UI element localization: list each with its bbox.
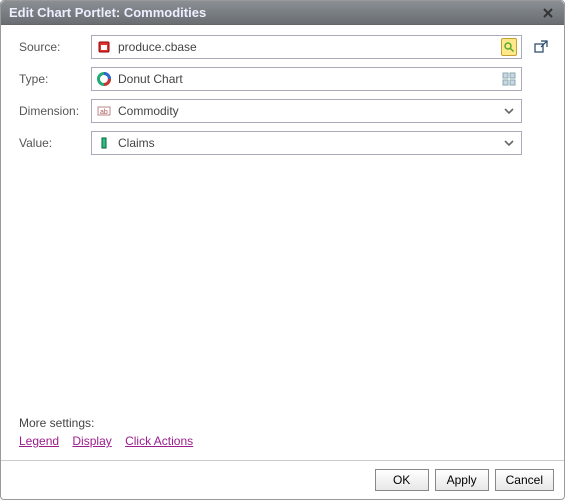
search-icon[interactable] xyxy=(501,39,517,55)
link-legend[interactable]: Legend xyxy=(19,434,59,448)
value-value: Claims xyxy=(118,136,495,150)
row-dimension: Dimension: ab Commodity xyxy=(19,99,550,123)
grid-icon[interactable] xyxy=(501,71,517,87)
value-field[interactable]: Claims xyxy=(91,131,522,155)
link-click-actions[interactable]: Click Actions xyxy=(125,434,193,448)
row-source: Source: produce.cbase xyxy=(19,35,550,59)
ok-button[interactable]: OK xyxy=(375,469,429,491)
titlebar: Edit Chart Portlet: Commodities xyxy=(1,1,564,25)
svg-text:ab: ab xyxy=(100,109,108,116)
popout-icon[interactable] xyxy=(532,38,550,56)
dialog-footer: OK Apply Cancel xyxy=(1,460,564,499)
type-field[interactable]: Donut Chart xyxy=(91,67,522,91)
row-type: Type: Donut Chart xyxy=(19,67,550,91)
dimension-field[interactable]: ab Commodity xyxy=(91,99,522,123)
close-icon[interactable] xyxy=(540,5,556,21)
type-value: Donut Chart xyxy=(118,72,495,86)
label-type: Type: xyxy=(19,72,85,86)
more-settings-title: More settings: xyxy=(19,416,550,430)
chevron-down-icon xyxy=(501,135,517,151)
source-field[interactable]: produce.cbase xyxy=(91,35,522,59)
more-settings: More settings: Legend Display Click Acti… xyxy=(19,416,550,454)
link-display[interactable]: Display xyxy=(72,434,111,448)
label-value: Value: xyxy=(19,136,85,150)
edit-chart-portlet-dialog: Edit Chart Portlet: Commodities Source: … xyxy=(0,0,565,500)
text-field-icon: ab xyxy=(96,103,112,119)
row-value: Value: Claims xyxy=(19,131,550,155)
more-settings-links: Legend Display Click Actions xyxy=(19,434,550,448)
chevron-down-icon xyxy=(501,103,517,119)
donut-chart-icon xyxy=(96,71,112,87)
database-icon xyxy=(96,39,112,55)
label-dimension: Dimension: xyxy=(19,104,85,118)
source-value: produce.cbase xyxy=(118,40,495,54)
bar-icon xyxy=(96,135,112,151)
form: Source: produce.cbase xyxy=(19,35,550,155)
label-source: Source: xyxy=(19,40,85,54)
cancel-button[interactable]: Cancel xyxy=(495,469,554,491)
dialog-body: Source: produce.cbase xyxy=(1,25,564,460)
dimension-value: Commodity xyxy=(118,104,495,118)
dialog-title: Edit Chart Portlet: Commodities xyxy=(9,5,206,20)
apply-button[interactable]: Apply xyxy=(435,469,489,491)
